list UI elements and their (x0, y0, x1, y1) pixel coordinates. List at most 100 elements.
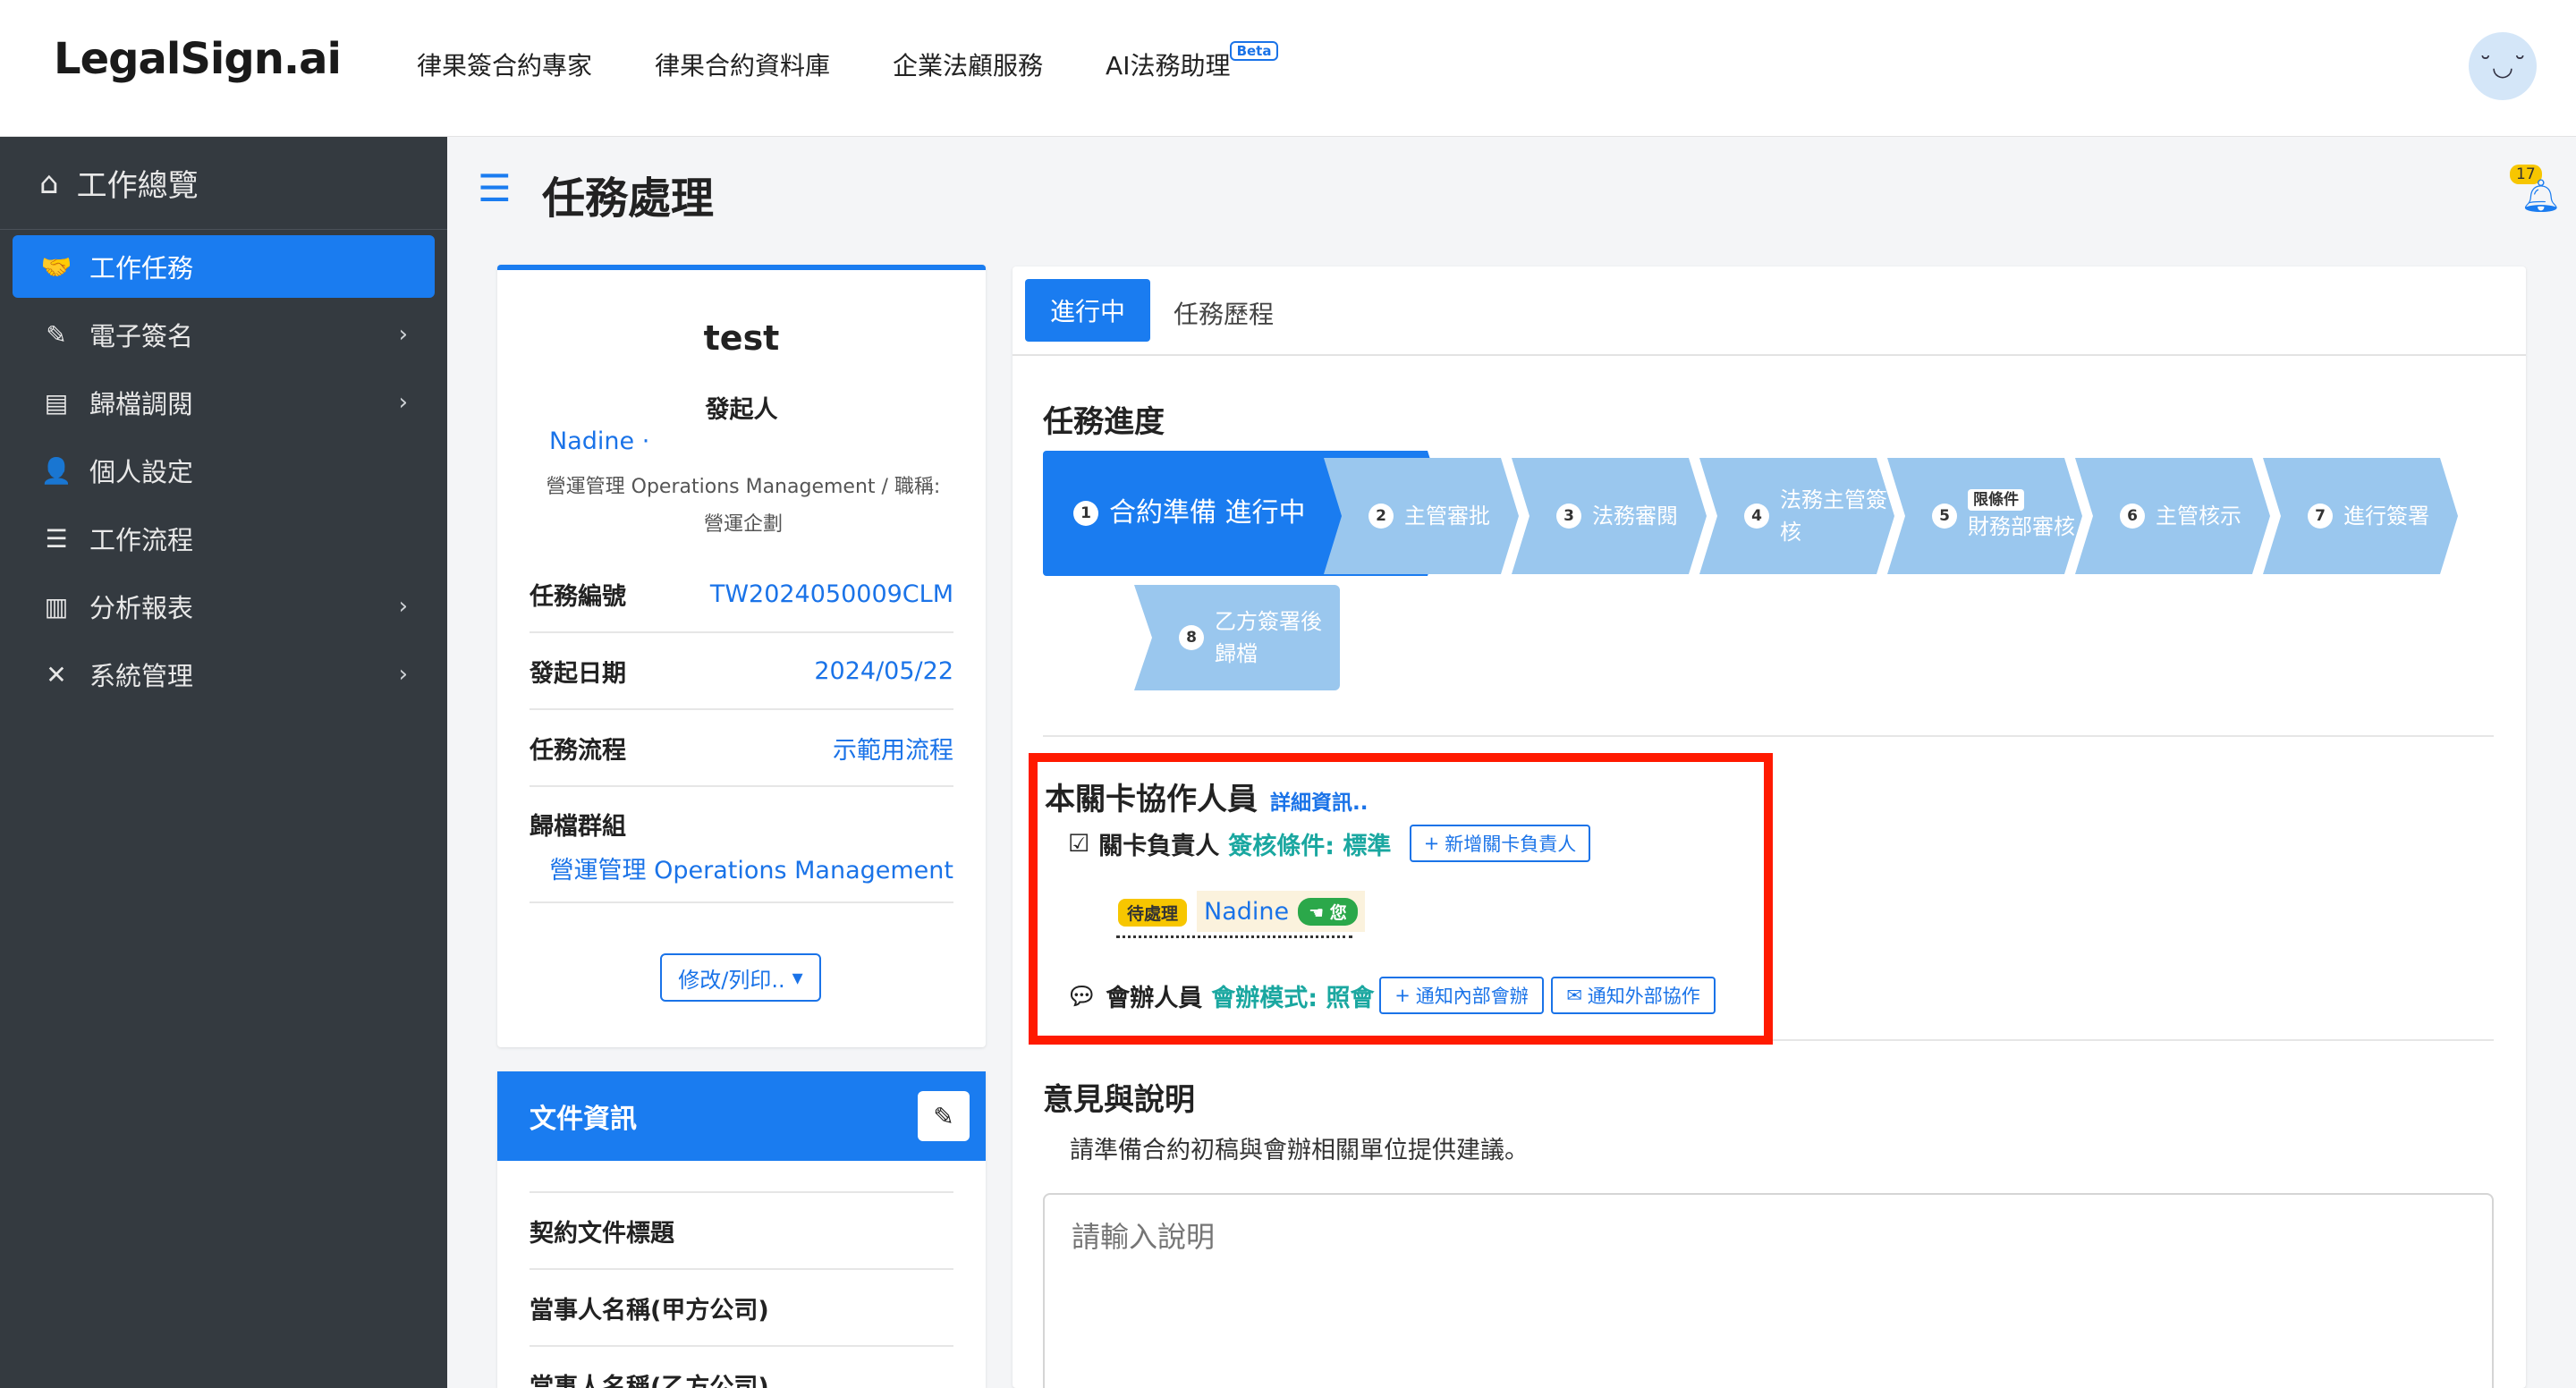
tab-in-progress[interactable]: 進行中 (1025, 279, 1150, 342)
doc-field-title: 契約文件標題 (530, 1191, 953, 1268)
modify-print-button[interactable]: 修改/列印.. ▾ (660, 953, 821, 1002)
doc-field-party-b: 當事人名稱(乙方公司) (530, 1345, 953, 1388)
step-label: 法務審閱 (1592, 504, 1678, 529)
workflow-row: 任務流程 示範用流程 (530, 710, 953, 787)
edit-document-button[interactable]: ✎ (918, 1091, 970, 1141)
initiator-department: 營運管理 Operations Management / 職稱: 營運企劃 (533, 469, 953, 544)
chevron-right-icon: › (398, 661, 408, 688)
task-summary-card: test 發起人 Nadine · 營運管理 Operations Manage… (497, 265, 986, 1047)
envelope-icon: ✉ (1566, 985, 1582, 1006)
step-2[interactable]: 2 主管審批 (1324, 458, 1519, 574)
nav-item-ai-assistant-label: AI法務助理 (1106, 51, 1231, 80)
sidebar: ⌂ 工作總覽 🤝 工作任務 ✎ 電子簽名 › ▤ 歸檔調閱 › 👤 個人設定 ☰… (0, 137, 447, 1388)
notify-external-label: 通知外部協作 (1587, 986, 1700, 1007)
condition-badge: 限條件 (1968, 489, 2024, 511)
user-gear-icon: 👤 (40, 455, 72, 486)
step-label: 法務主管簽核 (1780, 487, 1887, 545)
sidebar-item-personal-settings[interactable]: 👤 個人設定 (13, 439, 435, 502)
step-6[interactable]: 6 主管核示 (2075, 458, 2270, 574)
divider (1043, 735, 2494, 737)
notes-title: 意見與說明 (1043, 1082, 1195, 1118)
top-bar: LegalSign.ai 律果簽合約專家 律果合約資料庫 企業法顧服務 AI法務… (0, 0, 2576, 137)
archive-group-value[interactable]: 營運管理 Operations Management (530, 851, 953, 885)
doc-field-party-a: 當事人名稱(甲方公司) (530, 1268, 953, 1345)
step-3[interactable]: 3 法務審閱 (1512, 458, 1707, 574)
sidebar-item-workflow[interactable]: ☰ 工作流程 (13, 507, 435, 570)
step-7[interactable]: 7 進行簽署 (2263, 458, 2458, 574)
nav-item-legal-service[interactable]: 企業法顧服務 (893, 47, 1043, 82)
top-nav: 律果簽合約專家 律果合約資料庫 企業法顧服務 AI法務助理 Beta (417, 41, 1279, 82)
page-title: 任務處理 (542, 174, 715, 224)
signature-icon: ✎ (46, 319, 67, 350)
sidebar-item-label: 分析報表 (89, 593, 194, 623)
initiator-title-line: 營運企劃 (703, 513, 783, 536)
step-8[interactable]: 8 乙方簽署後歸檔 (1134, 585, 1340, 690)
task-number-value[interactable]: TW2024050009CLM (710, 580, 953, 608)
owner-row: ☑ 關卡負責人 簽核條件: 標準 (1068, 826, 1391, 861)
step-label: 合約準備 進行中 (1109, 497, 1306, 529)
sidebar-header-label: 工作總覽 (76, 168, 199, 204)
sidebar-item-label: 歸檔調閱 (89, 389, 194, 419)
nav-item-contract-database[interactable]: 律果合約資料庫 (655, 47, 830, 82)
comments-icon: 💬︎ (1066, 982, 1097, 1011)
sidebar-item-reports[interactable]: ▥ 分析報表 › (13, 575, 435, 638)
you-badge: ☚ 您 (1298, 897, 1358, 926)
initiator-label: 發起人 (705, 396, 778, 424)
step-number: 5 (1932, 504, 1957, 529)
step-number: 6 (2120, 504, 2145, 529)
nav-item-ai-assistant[interactable]: AI法務助理 Beta (1106, 41, 1279, 82)
sidebar-item-tasks[interactable]: 🤝 工作任務 (13, 235, 435, 298)
sidebar-item-archive[interactable]: ▤ 歸檔調閱 › (13, 371, 435, 434)
list-check-icon: ☰ (45, 523, 68, 554)
sidebar-item-system[interactable]: ✕ 系統管理 › (13, 643, 435, 706)
step-label: 進行簽署 (2343, 504, 2429, 529)
sidebar-item-label: 系統管理 (89, 661, 194, 691)
sidebar-header[interactable]: ⌂ 工作總覽 (0, 137, 447, 230)
start-date-row: 發起日期 2024/05/22 (530, 633, 953, 710)
initiator-name[interactable]: Nadine · (549, 427, 649, 455)
dotted-underline (1116, 935, 1352, 938)
owner-name: Nadine (1204, 897, 1290, 926)
step-label: 主管審批 (1404, 504, 1490, 529)
step-label-wrap: 限條件 財務部審核 (1968, 489, 2075, 543)
notes-input[interactable] (1043, 1193, 2494, 1388)
step-number: 2 (1368, 504, 1394, 529)
workflow-label: 任務流程 (530, 736, 626, 765)
plus-icon: + (1394, 985, 1411, 1006)
step-number: 8 (1179, 625, 1204, 650)
home-icon: ⌂ (39, 165, 59, 201)
chevron-right-icon: › (398, 593, 408, 620)
owner-mode[interactable]: 簽核條件: 標準 (1228, 826, 1391, 861)
avatar[interactable]: ˘◡˘ (2469, 32, 2537, 100)
task-number-row: 任務編號 TW2024050009CLM (530, 556, 953, 633)
notify-internal-label: 通知內部會辦 (1415, 986, 1529, 1007)
notify-internal-button[interactable]: + 通知內部會辦 (1379, 977, 1544, 1014)
step-5[interactable]: 5 限條件 財務部審核 (1887, 458, 2082, 574)
notify-external-button[interactable]: ✉ 通知外部協作 (1551, 977, 1716, 1014)
bell-icon[interactable]: 🔔︎ (2521, 177, 2562, 215)
workflow-value[interactable]: 示範用流程 (833, 731, 953, 766)
chevron-right-icon: › (398, 321, 408, 348)
initiator-department-line: 營運管理 Operations Management / 職稱: (546, 476, 941, 498)
pending-badge: 待處理 (1118, 899, 1188, 927)
detail-info-link[interactable]: 詳細資訊.. (1270, 785, 1368, 816)
sidebar-item-esign[interactable]: ✎ 電子簽名 › (13, 303, 435, 366)
task-name: test (703, 318, 780, 358)
owner-entry[interactable]: Nadine ☚ 您 (1197, 891, 1365, 932)
tab-history[interactable]: 任務歷程 (1174, 295, 1274, 331)
nav-item-contract-expert[interactable]: 律果簽合約專家 (417, 47, 592, 82)
step-label: 乙方簽署後歸檔 (1215, 609, 1322, 666)
progress-title: 任務進度 (1043, 404, 1165, 440)
step-4[interactable]: 4 法務主管簽核 (1699, 458, 1894, 574)
you-label: 您 (1329, 902, 1347, 923)
add-owner-label: 新增關卡負責人 (1445, 834, 1577, 855)
beta-badge: Beta (1229, 41, 1279, 61)
bar-chart-icon: ▥ (44, 591, 69, 622)
logo[interactable]: LegalSign.ai (54, 34, 342, 84)
cosign-mode[interactable]: 會辦模式: 照會 (1211, 978, 1374, 1013)
inbox-check-icon: ☑ (1068, 830, 1090, 858)
avatar-face-icon: ˘◡˘ (2479, 51, 2527, 81)
add-owner-button[interactable]: + 新增關卡負責人 (1410, 825, 1590, 862)
caret-down-icon: ▾ (792, 965, 803, 990)
menu-toggle-icon[interactable]: ☰ (478, 166, 512, 210)
